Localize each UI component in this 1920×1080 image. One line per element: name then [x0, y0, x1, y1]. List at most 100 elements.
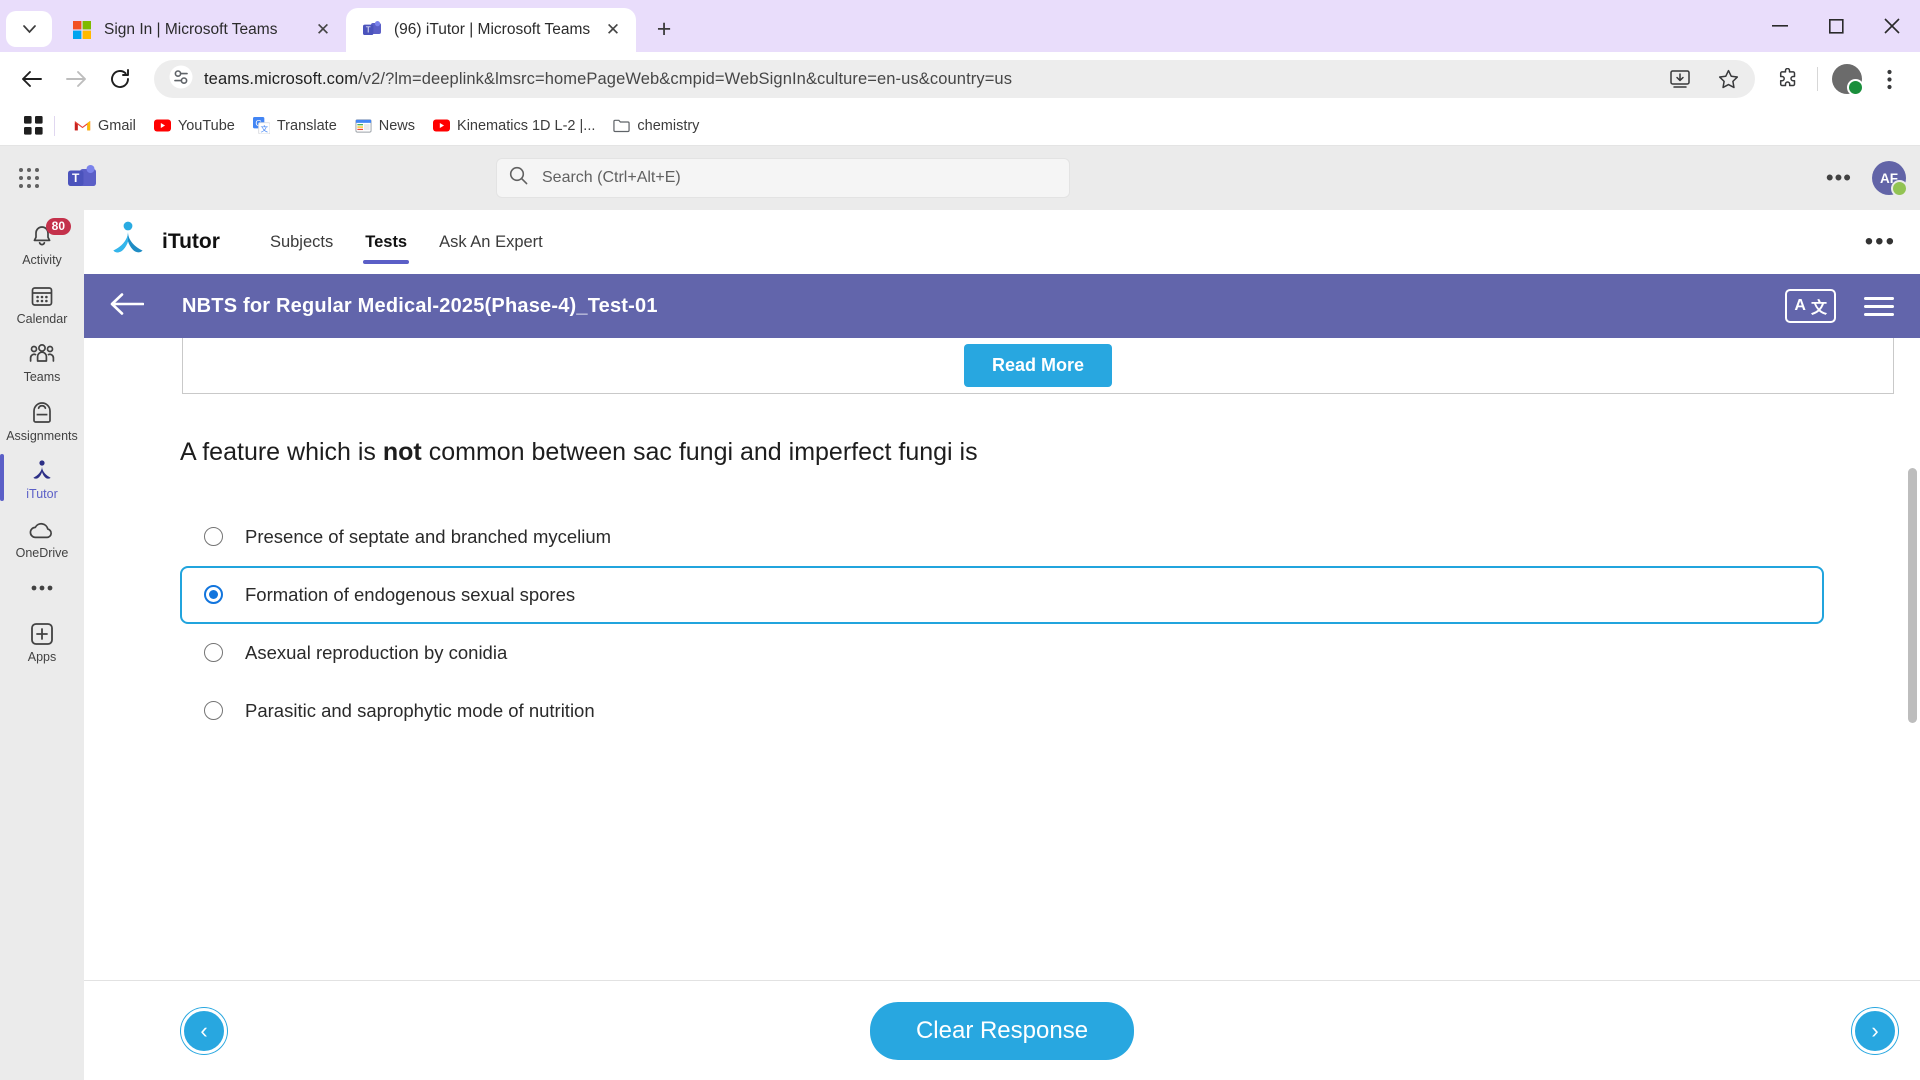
avatar[interactable]: [1828, 60, 1866, 98]
apps-grid-icon[interactable]: [16, 116, 50, 135]
backpack-icon: [29, 399, 55, 427]
nav-item-tests[interactable]: Tests: [349, 210, 423, 274]
radio-button[interactable]: [204, 701, 223, 721]
browser-window: Sign In | Microsoft Teams ✕ T (96) iTuto…: [0, 0, 1920, 1080]
itutor-brand[interactable]: iTutor: [108, 219, 220, 266]
search-input[interactable]: Search (Ctrl+Alt+E): [496, 158, 1070, 198]
sidebar-item-label: Teams: [23, 370, 61, 384]
close-icon[interactable]: ✕: [310, 17, 336, 43]
bookmark-divider: [54, 115, 55, 136]
new-tab-button[interactable]: +: [646, 11, 682, 47]
answer-option-label: Parasitic and saprophytic mode of nutrit…: [245, 699, 595, 721]
itutor-app: iTutor Subjects Tests Ask An Expert ••• …: [84, 210, 1920, 1080]
sidebar-item-assignments[interactable]: Assignments: [0, 390, 84, 449]
hamburger-menu-icon[interactable]: [1864, 296, 1894, 316]
question-panel: Read More A feature which is not common …: [84, 338, 1920, 740]
clear-response-button[interactable]: Clear Response: [869, 1001, 1135, 1060]
question-text-after: common between sac fungi and imperfect f…: [421, 438, 978, 466]
microsoft-icon: [72, 20, 92, 40]
minimize-button[interactable]: [1752, 0, 1808, 52]
answer-option-label: Formation of endogenous sexual spores: [245, 583, 576, 605]
sidebar-item-onedrive[interactable]: OneDrive: [0, 507, 84, 566]
back-arrow-icon[interactable]: [110, 291, 145, 321]
itutor-icon: [29, 457, 55, 485]
star-icon[interactable]: [1709, 60, 1747, 98]
bookmark-label: Kinematics 1D L-2 |...: [457, 117, 596, 134]
url-text: teams.microsoft.com/v2/?lm=deeplink&lmsr…: [204, 70, 1651, 89]
nav-item-ask-an-expert[interactable]: Ask An Expert: [423, 210, 559, 274]
forward-button[interactable]: [56, 59, 96, 99]
cloud-icon: [28, 516, 56, 544]
radio-button[interactable]: [204, 643, 223, 663]
answer-option-2[interactable]: Formation of endogenous sexual spores: [180, 565, 1824, 624]
tune-icon[interactable]: [168, 64, 194, 95]
itutor-logo-icon: [108, 219, 148, 266]
bookmark-news[interactable]: News: [346, 113, 424, 138]
radio-button[interactable]: [204, 527, 223, 547]
teams-header: T Search (Ctrl+Alt+E) ••• AF: [0, 146, 1920, 210]
sidebar-item-teams[interactable]: Teams: [0, 331, 84, 390]
bookmark-label: News: [378, 117, 416, 134]
translate-toggle-button[interactable]: A 文: [1785, 289, 1836, 323]
tab-strip: Sign In | Microsoft Teams ✕ T (96) iTuto…: [0, 0, 1920, 52]
answer-option-1[interactable]: Presence of septate and branched myceliu…: [180, 508, 1824, 566]
test-header-bar: NBTS for Regular Medical-2025(Phase-4)_T…: [84, 274, 1920, 338]
next-question-button[interactable]: ›: [1852, 1007, 1898, 1054]
browser-tab-2[interactable]: T (96) iTutor | Microsoft Teams ✕: [346, 8, 636, 52]
sidebar-item-label: Calendar: [16, 311, 68, 326]
browser-tab-1[interactable]: Sign In | Microsoft Teams ✕: [56, 8, 346, 52]
read-more-button[interactable]: Read More: [963, 344, 1113, 387]
answer-options-list: Presence of septate and branched myceliu…: [180, 508, 1824, 740]
radio-button[interactable]: [204, 585, 223, 605]
svg-text:T: T: [366, 26, 371, 35]
bookmark-label: Gmail: [98, 117, 136, 134]
bookmark-chemistry-folder[interactable]: chemistry: [604, 113, 708, 138]
sidebar-item-more[interactable]: [0, 565, 84, 611]
close-window-button[interactable]: [1864, 0, 1920, 52]
footer-left-strip: [84, 981, 168, 1080]
bookmark-youtube[interactable]: YouTube: [145, 113, 244, 138]
plus-box-icon: [28, 620, 56, 648]
sidebar-item-label: iTutor: [26, 487, 58, 501]
app-launcher-icon[interactable]: [0, 166, 58, 190]
answer-option-3[interactable]: Asexual reproduction by conidia: [180, 624, 1824, 682]
install-icon[interactable]: [1661, 60, 1699, 98]
youtube-icon: [433, 117, 451, 134]
answer-option-4[interactable]: Parasitic and saprophytic mode of nutrit…: [180, 682, 1824, 740]
svg-text:文: 文: [260, 124, 268, 134]
sidebar-item-label: OneDrive: [15, 545, 69, 560]
sidebar-item-activity[interactable]: 80 Activity: [0, 214, 84, 273]
close-icon[interactable]: ✕: [600, 17, 626, 43]
user-avatar[interactable]: AF: [1872, 161, 1908, 197]
sidebar-item-apps[interactable]: Apps: [0, 611, 84, 670]
sidebar-item-label: Apps: [27, 650, 57, 664]
answer-option-label: Asexual reproduction by conidia: [245, 641, 508, 663]
sidebar-item-calendar[interactable]: Calendar: [0, 273, 84, 332]
nav-item-subjects[interactable]: Subjects: [254, 210, 349, 274]
itutor-brand-name: iTutor: [162, 230, 220, 253]
passage-readmore-box: Read More: [182, 338, 1894, 394]
answer-option-label: Presence of septate and branched myceliu…: [245, 525, 612, 547]
activity-badge: 80: [45, 218, 71, 235]
extensions-icon[interactable]: [1769, 60, 1807, 98]
maximize-button[interactable]: [1808, 0, 1864, 52]
translate-letter-cjk: 文: [1810, 300, 1827, 317]
bookmark-gmail[interactable]: Gmail: [65, 113, 145, 138]
sidebar-item-itutor[interactable]: iTutor: [0, 448, 84, 507]
bookmark-kinematics[interactable]: Kinematics 1D L-2 |...: [424, 113, 604, 138]
teams-more-icon[interactable]: •••: [1820, 165, 1858, 191]
address-bar[interactable]: teams.microsoft.com/v2/?lm=deeplink&lmsr…: [154, 60, 1755, 98]
question-text-emphasis: not: [382, 438, 422, 466]
back-button[interactable]: [12, 59, 52, 99]
previous-question-button[interactable]: ‹: [181, 1007, 227, 1054]
itutor-overflow-icon[interactable]: •••: [1865, 228, 1896, 256]
folder-icon: [613, 117, 631, 134]
tab-search-button[interactable]: [6, 11, 52, 47]
svg-text:T: T: [72, 171, 80, 185]
reload-button[interactable]: [100, 59, 140, 99]
search-placeholder: Search (Ctrl+Alt+E): [542, 169, 681, 186]
vertical-scrollbar[interactable]: [1908, 468, 1917, 723]
bookmark-translate[interactable]: G 文 Translate: [244, 113, 346, 138]
teams-app: T Search (Ctrl+Alt+E) ••• AF 80 Activity…: [0, 146, 1920, 1080]
kebab-menu-icon[interactable]: [1870, 60, 1908, 98]
